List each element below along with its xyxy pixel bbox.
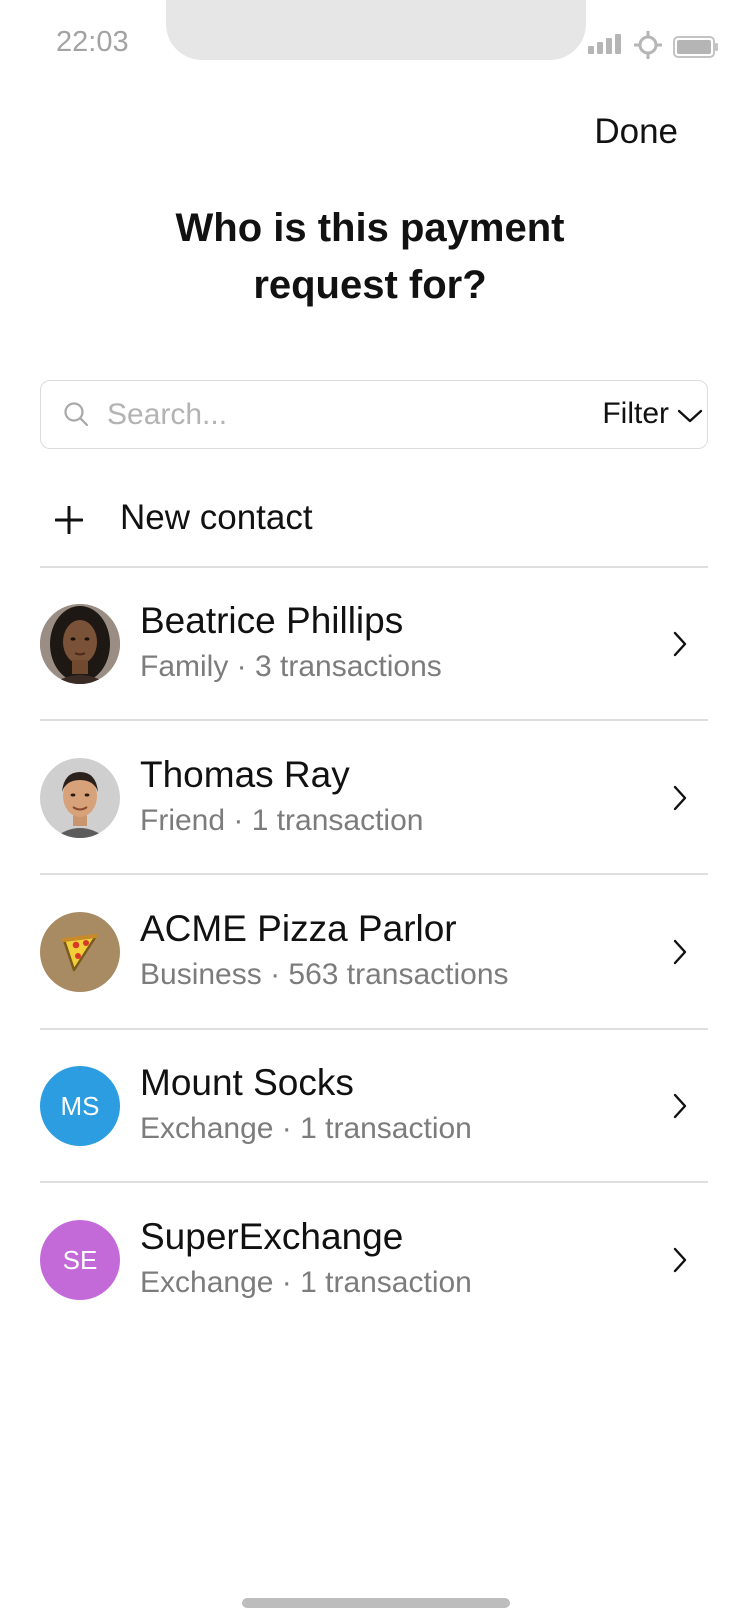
contact-name: SuperExchange (140, 1216, 404, 1257)
avatar (40, 758, 120, 838)
signal-icon (588, 34, 621, 54)
contact-name: Beatrice Phillips (140, 600, 404, 641)
contact-row[interactable]: Beatrice Phillips Family · 3 transaction… (40, 600, 708, 754)
notch (166, 0, 586, 60)
divider (40, 719, 708, 721)
person-photo-icon (40, 604, 120, 684)
filter-label: Filter (602, 397, 669, 430)
contact-row[interactable]: SE SuperExchange Exchange · 1 transactio… (40, 1216, 708, 1370)
chevron-right-icon (673, 631, 687, 657)
avatar-initials: SE (62, 1244, 98, 1275)
contact-meta: Friend · 1 transaction (140, 804, 424, 837)
contact-name: Mount Socks (140, 1062, 354, 1103)
page-title: Who is this payment request for? (0, 200, 740, 314)
pizza-icon (62, 934, 98, 972)
search-icon (64, 402, 89, 427)
search-input[interactable] (105, 391, 509, 439)
search-box: Filter (40, 380, 708, 449)
avatar-initials: MS (60, 1090, 100, 1121)
chevron-right-icon (673, 939, 687, 965)
connectivity-icon (634, 31, 662, 59)
contact-row[interactable]: MS Mount Socks Exchange · 1 transaction (40, 1062, 708, 1216)
divider (40, 873, 708, 875)
avatar (40, 912, 120, 992)
status-time: 22:03 (56, 26, 129, 58)
divider (40, 1028, 708, 1030)
contact-name: Thomas Ray (140, 754, 350, 795)
home-indicator (242, 1598, 510, 1608)
contact-meta: Business · 563 transactions (140, 958, 509, 991)
battery-icon (673, 36, 718, 58)
chevron-down-icon (677, 409, 703, 423)
avatar: SE (40, 1220, 120, 1300)
divider (40, 566, 708, 568)
chevron-right-icon (673, 785, 687, 811)
contact-meta: Family · 3 transactions (140, 650, 442, 683)
avatar (40, 604, 120, 684)
contact-row[interactable]: Thomas Ray Friend · 1 transaction (40, 754, 708, 908)
plus-icon (55, 506, 83, 534)
avatar: MS (40, 1066, 120, 1146)
filter-button[interactable]: Filter (602, 381, 707, 447)
chevron-right-icon (673, 1247, 687, 1273)
contact-meta: Exchange · 1 transaction (140, 1266, 472, 1299)
page-title-line-2: request for? (253, 263, 487, 307)
page-title-line-1: Who is this payment (175, 206, 565, 250)
status-bar: 22:03 (0, 0, 750, 90)
chevron-right-icon (673, 1093, 687, 1119)
done-button[interactable]: Done (594, 112, 678, 152)
new-contact-label: New contact (120, 498, 313, 537)
contact-row[interactable]: ACME Pizza Parlor Business · 563 transac… (40, 908, 708, 1062)
divider (40, 1181, 708, 1183)
new-contact-button[interactable]: New contact (40, 480, 708, 566)
contact-name: ACME Pizza Parlor (140, 908, 457, 949)
contact-meta: Exchange · 1 transaction (140, 1112, 472, 1145)
person-photo-icon (40, 758, 120, 838)
